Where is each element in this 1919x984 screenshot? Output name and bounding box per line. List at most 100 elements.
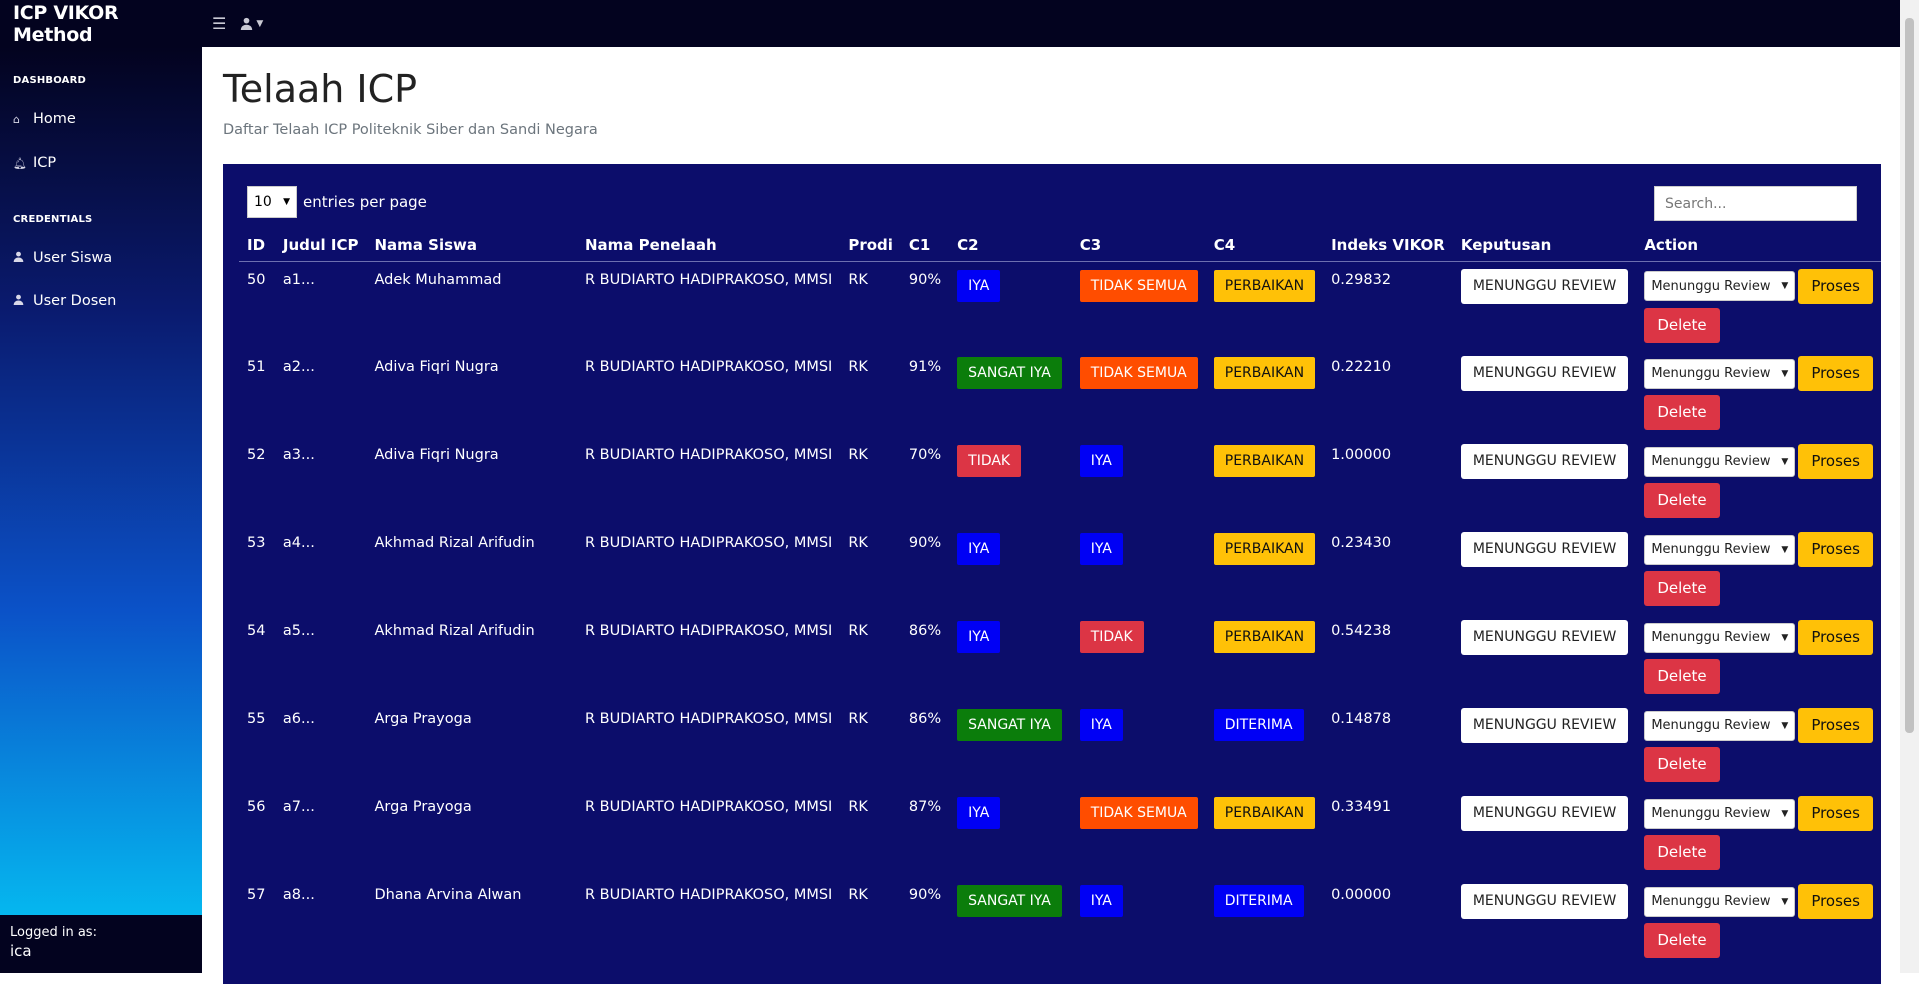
table-row: 51 a2... Adiva Fiqri Nugra R BUDIARTO HA…: [239, 349, 1881, 437]
header-prodi[interactable]: Prodi: [840, 229, 901, 262]
keputusan-status-button[interactable]: MENUNGGU REVIEW: [1460, 532, 1629, 567]
cell-c1: 70%: [901, 437, 949, 525]
cell-c1: 90%: [901, 261, 949, 349]
status-select[interactable]: Menunggu Review ▼: [1644, 710, 1796, 741]
brand-title[interactable]: ICP VIKOR Method: [0, 0, 202, 47]
sidebar-item-home[interactable]: ⌂ Home: [0, 111, 76, 127]
sidebar-item-user-dosen[interactable]: User Dosen: [0, 293, 116, 309]
entries-per-page-select[interactable]: 10 ▼: [247, 186, 297, 218]
keputusan-status-button[interactable]: MENUNGGU REVIEW: [1460, 444, 1629, 479]
row-judul-icp: a3...: [282, 447, 315, 463]
delete-button[interactable]: Delete: [1644, 483, 1720, 518]
cell-c4: PERBAIKAN: [1206, 525, 1323, 613]
status-select[interactable]: Menunggu Review ▼: [1644, 886, 1796, 917]
status-select[interactable]: Menunggu Review ▼: [1644, 798, 1796, 829]
header-nama-siswa[interactable]: Nama Siswa: [366, 229, 577, 262]
cell-c2: IYA: [949, 789, 1072, 877]
status-select[interactable]: Menunggu Review ▼: [1644, 534, 1796, 565]
cell-vikor: 0.33491: [1323, 789, 1453, 877]
status-select[interactable]: Menunggu Review ▼: [1644, 271, 1796, 301]
keputusan-status-button[interactable]: MENUNGGU REVIEW: [1460, 356, 1629, 391]
cell-c4: PERBAIKAN: [1206, 349, 1323, 437]
chevron-down-icon: ▼: [1781, 720, 1789, 731]
keputusan-status-button[interactable]: MENUNGGU REVIEW: [1460, 268, 1629, 304]
cell-c2: IYA: [949, 261, 1072, 349]
row-prodi: RK: [848, 359, 868, 375]
hamburger-icon[interactable]: ☰: [212, 14, 226, 33]
proses-button[interactable]: Proses: [1798, 708, 1873, 743]
c3-badge: IYA: [1079, 445, 1123, 477]
keputusan-status-button[interactable]: MENUNGGU REVIEW: [1460, 708, 1629, 743]
chevron-down-icon: ▼: [256, 18, 264, 29]
cell-vikor: 1.00000: [1323, 437, 1453, 525]
cell-id: 56: [239, 789, 275, 877]
header-action[interactable]: Action: [1636, 229, 1881, 262]
proses-button[interactable]: Proses: [1798, 532, 1873, 567]
delete-button[interactable]: Delete: [1644, 835, 1720, 870]
header-c3[interactable]: C3: [1071, 229, 1206, 262]
row-indeks-vikor: 1.00000: [1331, 447, 1392, 463]
header-id[interactable]: ID: [239, 229, 275, 262]
proses-button[interactable]: Proses: [1798, 620, 1873, 655]
user-icon: [241, 17, 253, 30]
row-nama-siswa: Arga Prayoga: [374, 799, 472, 815]
delete-button[interactable]: Delete: [1644, 395, 1720, 430]
row-id: 57: [247, 887, 266, 903]
cell-action: Menunggu Review ▼ Proses Delete: [1636, 613, 1881, 701]
top-navbar: ICP VIKOR Method ☰ ▼: [0, 0, 1900, 47]
row-prodi: RK: [848, 271, 868, 288]
c3-badge: TIDAK SEMUA: [1079, 797, 1198, 829]
header-c1[interactable]: C1: [900, 229, 950, 262]
cell-vikor: 0.14878: [1323, 701, 1453, 789]
keputusan-status-button[interactable]: MENUNGGU REVIEW: [1460, 796, 1629, 831]
delete-button[interactable]: Delete: [1644, 923, 1720, 958]
proses-button[interactable]: Proses: [1798, 268, 1873, 304]
header-indeks-vikor[interactable]: Indeks VIKOR: [1323, 229, 1453, 262]
cell-judul: a6...: [275, 701, 367, 789]
proses-button[interactable]: Proses: [1798, 796, 1873, 831]
c3-badge: IYA: [1079, 709, 1123, 741]
table-row: 52 a3... Adiva Fiqri Nugra R BUDIARTO HA…: [239, 437, 1881, 525]
sidebar-item-user-siswa[interactable]: User Siswa: [0, 250, 112, 266]
sidebar-item-label: Home: [33, 111, 76, 127]
header-judul-icp[interactable]: Judul ICP: [274, 229, 367, 262]
row-nama-penelaah: R BUDIARTO HADIPRAKOSO, MMSI: [584, 535, 833, 551]
row-id: 52: [247, 447, 266, 463]
proses-button[interactable]: Proses: [1798, 444, 1873, 479]
header-nama-penelaah[interactable]: Nama Penelaah: [576, 229, 841, 262]
cell-keputusan: MENUNGGU REVIEW: [1453, 877, 1636, 965]
delete-button[interactable]: Delete: [1644, 571, 1720, 606]
row-judul-icp: a5...: [282, 623, 315, 639]
row-indeks-vikor: 0.33491: [1331, 799, 1392, 815]
keputusan-status-button[interactable]: MENUNGGU REVIEW: [1460, 620, 1629, 655]
header-c2[interactable]: C2: [949, 229, 1072, 262]
page-scrollbar[interactable]: [1900, 0, 1919, 973]
cell-c1: 90%: [901, 877, 949, 965]
row-prodi: RK: [848, 447, 868, 463]
cell-c4: PERBAIKAN: [1206, 789, 1323, 877]
user-dropdown[interactable]: ▼: [240, 17, 263, 30]
status-select[interactable]: Menunggu Review ▼: [1644, 358, 1796, 389]
status-select[interactable]: Menunggu Review ▼: [1644, 446, 1796, 477]
cell-judul: a7...: [275, 789, 367, 877]
search-input[interactable]: Search...: [1654, 186, 1857, 221]
proses-button[interactable]: Proses: [1798, 884, 1873, 919]
cell-penelaah: R BUDIARTO HADIPRAKOSO, MMSI: [577, 701, 840, 789]
keputusan-status-button[interactable]: MENUNGGU REVIEW: [1460, 884, 1629, 919]
delete-button[interactable]: Delete: [1644, 747, 1720, 782]
proses-button[interactable]: Proses: [1798, 356, 1873, 391]
cell-penelaah: R BUDIARTO HADIPRAKOSO, MMSI: [577, 613, 840, 701]
cell-judul: a8...: [275, 877, 367, 965]
status-select-value: Menunggu Review: [1651, 894, 1771, 909]
cell-c3: IYA: [1072, 437, 1206, 525]
delete-button[interactable]: Delete: [1644, 307, 1720, 343]
sidebar-item-icp[interactable]: 🔔︎ ICP: [0, 155, 56, 171]
cell-vikor: 0.29832: [1323, 261, 1453, 349]
header-keputusan[interactable]: Keputusan: [1452, 229, 1637, 262]
scrollbar-thumb[interactable]: [1905, 18, 1914, 733]
header-c4[interactable]: C4: [1205, 229, 1324, 262]
row-c1: 90%: [908, 535, 942, 551]
status-select[interactable]: Menunggu Review ▼: [1644, 622, 1796, 653]
c2-badge: IYA: [957, 533, 1001, 565]
delete-button[interactable]: Delete: [1644, 659, 1720, 694]
